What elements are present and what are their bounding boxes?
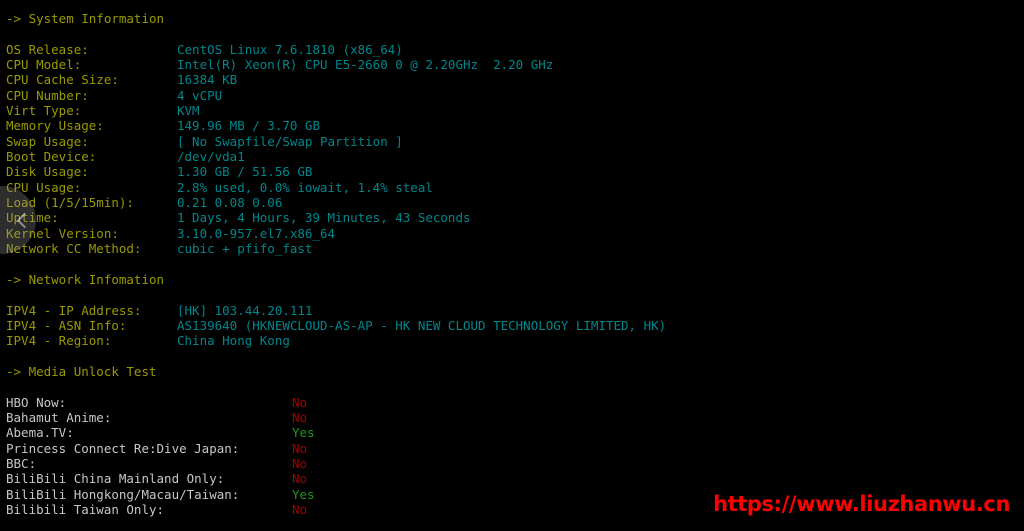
info-value: 3.10.0-957.el7.x86_64	[177, 225, 336, 241]
section-heading-media-unlock: -> Media Unlock Test	[6, 363, 157, 379]
info-row-uptime: Uptime: 1 Days, 4 Hours, 39 Minutes, 43 …	[6, 210, 1018, 225]
media-value: No	[292, 455, 308, 471]
info-row-ipv4-ip-address: IPV4 - IP Address: [HK] 103.44.20.111	[6, 303, 1018, 318]
info-value: 4 vCPU	[177, 87, 223, 103]
info-label: Boot Device:	[6, 149, 97, 165]
site-watermark: https://www.liuzhanwu.cn	[713, 492, 1010, 516]
media-value: No	[292, 394, 308, 410]
media-value: No	[292, 502, 308, 517]
media-row-abema-tv: Abema.TV: Yes	[6, 425, 1018, 440]
media-label: Abema.TV:	[6, 425, 74, 441]
media-value: Yes	[292, 425, 315, 441]
info-row-cpu-cache-size: CPU Cache Size: 16384 KB	[6, 72, 1018, 87]
info-row-kernel-version: Kernel Version: 3.10.0-957.el7.x86_64	[6, 226, 1018, 241]
info-value: 16384 KB	[177, 72, 238, 88]
info-value: cubic + pfifo_fast	[177, 241, 313, 257]
info-row-load-average: Load (1/5/15min): 0.21 0.08 0.06	[6, 195, 1018, 210]
info-label: CPU Usage:	[6, 179, 82, 195]
info-label: CPU Number:	[6, 87, 89, 103]
info-label: Memory Usage:	[6, 118, 104, 134]
terminal-screen: -> System Information OS Release: CentOS…	[0, 0, 1024, 531]
info-value: Intel(R) Xeon(R) CPU E5-2660 0 @ 2.20GHz…	[177, 57, 554, 73]
info-value: KVM	[177, 103, 200, 119]
info-row-boot-device: Boot Device: /dev/vda1	[6, 149, 1018, 164]
info-row-disk-usage: Disk Usage: 1.30 GB / 51.56 GB	[6, 164, 1018, 179]
info-label: IPV4 - Region:	[6, 333, 112, 349]
media-value: Yes	[292, 486, 315, 502]
media-label: Bahamut Anime:	[6, 409, 112, 425]
info-value: 2.8% used, 0.0% iowait, 1.4% steal	[177, 179, 433, 195]
media-label: BiliBili Hongkong/Macau/Taiwan:	[6, 486, 240, 502]
info-row-cpu-model: CPU Model: Intel(R) Xeon(R) CPU E5-2660 …	[6, 57, 1018, 72]
media-value: No	[292, 440, 308, 456]
info-value: China Hong Kong	[177, 333, 290, 349]
info-label: Network CC Method:	[6, 241, 142, 257]
media-row-hbo-now: HBO Now: No	[6, 395, 1018, 410]
info-label: IPV4 - ASN Info:	[6, 317, 127, 333]
info-label: Disk Usage:	[6, 164, 89, 180]
chevron-left-icon	[16, 212, 33, 228]
info-row-virt-type: Virt Type: KVM	[6, 103, 1018, 118]
info-label: CPU Model:	[6, 57, 82, 73]
media-row-bahamut-anime: Bahamut Anime: No	[6, 410, 1018, 425]
section-heading-system: -> System Information	[6, 11, 165, 26]
section-heading-network: -> Network Infomation	[6, 271, 165, 287]
info-row-os-release: OS Release: CentOS Linux 7.6.1810 (x86_6…	[6, 42, 1018, 57]
terminal-output: -> System Information OS Release: CentOS…	[6, 11, 1018, 517]
info-label: IPV4 - IP Address:	[6, 302, 142, 318]
info-value: AS139640 (HKNEWCLOUD-AS-AP - HK NEW CLOU…	[177, 317, 667, 333]
info-row-ipv4-asn-info: IPV4 - ASN Info: AS139640 (HKNEWCLOUD-AS…	[6, 318, 1018, 333]
info-value: /dev/vda1	[177, 149, 245, 165]
media-row-bbc: BBC: No	[6, 456, 1018, 471]
info-row-ipv4-region: IPV4 - Region: China Hong Kong	[6, 333, 1018, 348]
info-value: CentOS Linux 7.6.1810 (x86_64)	[177, 41, 403, 57]
media-label: Princess Connect Re:Dive Japan:	[6, 440, 240, 456]
info-value: 1 Days, 4 Hours, 39 Minutes, 43 Seconds	[177, 210, 471, 226]
media-label: BiliBili China Mainland Only:	[6, 471, 225, 487]
info-value: [ No Swapfile/Swap Partition ]	[177, 133, 403, 149]
info-row-cpu-usage: CPU Usage: 2.8% used, 0.0% iowait, 1.4% …	[6, 180, 1018, 195]
media-value: No	[292, 409, 308, 425]
media-label: HBO Now:	[6, 394, 67, 410]
info-value: [HK] 103.44.20.111	[177, 302, 313, 318]
info-label: Virt Type:	[6, 103, 82, 119]
info-label: CPU Cache Size:	[6, 72, 119, 88]
media-row-princess-connect-redive-japan: Princess Connect Re:Dive Japan: No	[6, 441, 1018, 456]
info-value: 1.30 GB / 51.56 GB	[177, 164, 313, 180]
info-value: 149.96 MB / 3.70 GB	[177, 118, 320, 134]
info-label: OS Release:	[6, 41, 89, 57]
info-row-memory-usage: Memory Usage: 149.96 MB / 3.70 GB	[6, 118, 1018, 133]
info-row-swap-usage: Swap Usage: [ No Swapfile/Swap Partition…	[6, 134, 1018, 149]
media-label: Bilibili Taiwan Only:	[6, 502, 165, 517]
media-row-bilibili-china-mainland-only: BiliBili China Mainland Only: No	[6, 471, 1018, 486]
info-value: 0.21 0.08 0.06	[177, 195, 283, 211]
media-label: BBC:	[6, 455, 37, 471]
info-row-network-cc-method: Network CC Method: cubic + pfifo_fast	[6, 241, 1018, 256]
media-value: No	[292, 471, 308, 487]
info-row-cpu-number: CPU Number: 4 vCPU	[6, 88, 1018, 103]
info-label: Swap Usage:	[6, 133, 89, 149]
